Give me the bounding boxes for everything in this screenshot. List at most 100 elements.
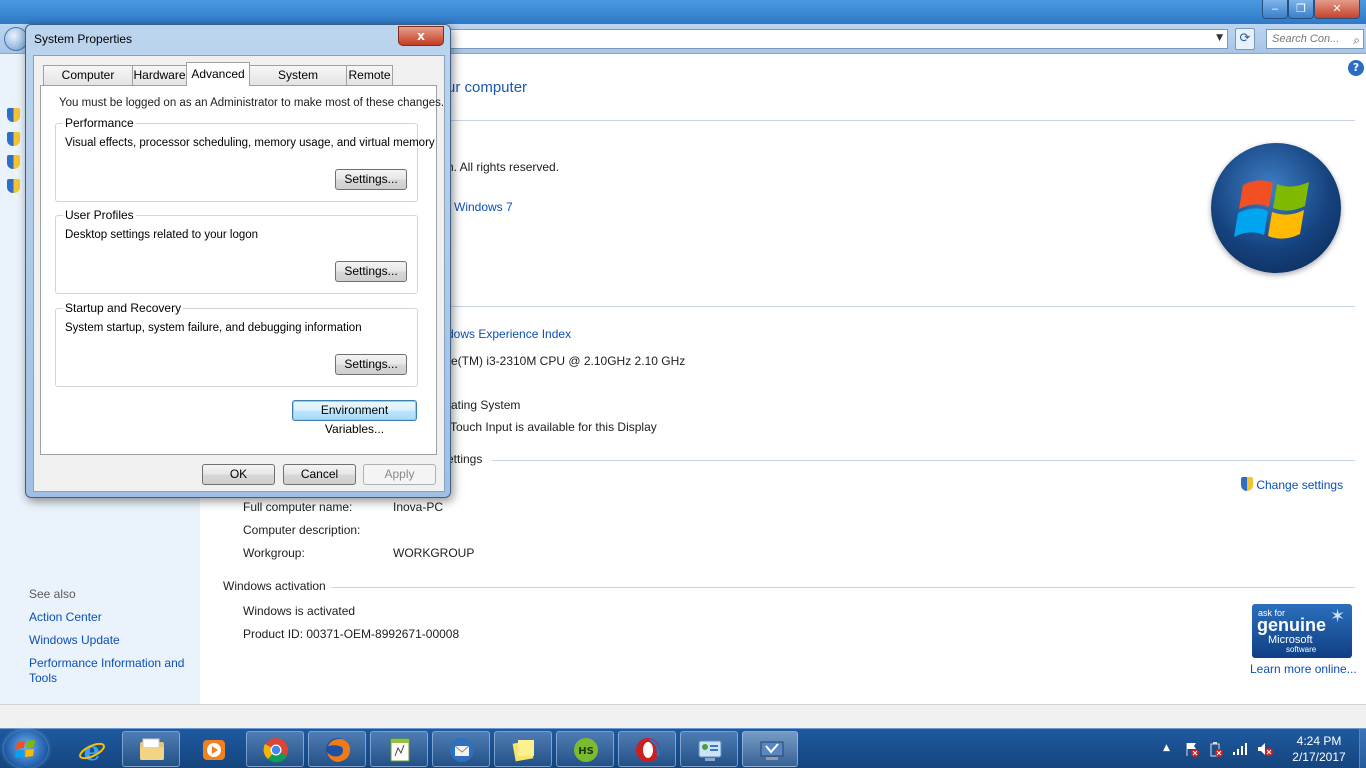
dialog-body: Computer Name Hardware Advanced System P… bbox=[33, 55, 445, 492]
learn-more-link[interactable]: Learn more online... bbox=[1250, 662, 1357, 676]
taskbar-internet-explorer[interactable]: e bbox=[62, 731, 120, 767]
volume-muted-icon[interactable] bbox=[1257, 741, 1273, 756]
shield-icon bbox=[7, 132, 20, 146]
start-button[interactable] bbox=[4, 730, 48, 768]
svg-text:HS: HS bbox=[578, 746, 594, 757]
show-desktop-button[interactable] bbox=[1359, 729, 1366, 768]
thunderbird-icon bbox=[450, 738, 474, 762]
taskbar: e HS ▲ 4:24 PM 2/17/2017 bbox=[0, 728, 1366, 768]
pen-touch-value: Touch Input is available for this Displa… bbox=[450, 420, 657, 434]
star-icon: ✶ bbox=[1330, 606, 1346, 626]
tab-hardware[interactable]: Hardware bbox=[132, 65, 187, 85]
divider bbox=[492, 460, 1355, 461]
firefox-icon bbox=[326, 738, 350, 762]
activation-heading: Windows activation bbox=[223, 579, 326, 593]
experience-index-link[interactable]: dows Experience Index bbox=[447, 327, 571, 341]
internet-explorer-icon: e bbox=[79, 737, 105, 764]
windows-7-link[interactable]: Windows 7 bbox=[454, 200, 513, 214]
ok-button[interactable]: OK bbox=[202, 464, 275, 485]
taskbar-sticky-notes[interactable] bbox=[494, 731, 552, 767]
network-signal-icon[interactable] bbox=[1232, 741, 1248, 755]
startup-settings-button[interactable]: Settings... bbox=[335, 354, 407, 375]
windows-update-link[interactable]: Windows Update bbox=[29, 633, 120, 647]
clock-date: 2/17/2017 bbox=[1292, 750, 1346, 764]
performance-info-link-line2[interactable]: Tools bbox=[29, 671, 57, 685]
product-id: Product ID: 00371-OEM-8992671-00008 bbox=[243, 627, 460, 641]
status-bar bbox=[0, 704, 1366, 728]
action-center-link[interactable]: Action Center bbox=[29, 610, 102, 624]
performance-text: Visual effects, processor scheduling, me… bbox=[65, 137, 435, 149]
startup-recovery-label: Startup and Recovery bbox=[63, 301, 184, 315]
cancel-button[interactable]: Cancel bbox=[283, 464, 356, 485]
advanced-tab-panel: You must be logged on as an Administrato… bbox=[40, 85, 444, 455]
user-profiles-settings-button[interactable]: Settings... bbox=[335, 261, 407, 282]
change-settings-link[interactable]: Change settings bbox=[1241, 477, 1343, 492]
folder-icon bbox=[140, 738, 164, 760]
battery-alert-icon[interactable] bbox=[1208, 741, 1224, 757]
taskbar-opera[interactable] bbox=[618, 731, 676, 767]
dialog-title: System Properties bbox=[34, 32, 133, 46]
taskbar-explorer[interactable] bbox=[122, 731, 180, 767]
windows-logo bbox=[1211, 143, 1341, 273]
apply-button[interactable]: Apply bbox=[363, 464, 436, 485]
genuine-line2: genuine bbox=[1257, 615, 1327, 635]
taskbar-system-properties[interactable] bbox=[742, 731, 798, 767]
user-profiles-text: Desktop settings related to your logon bbox=[65, 229, 259, 241]
shield-icon bbox=[7, 155, 20, 169]
see-also-heading: See also bbox=[29, 587, 76, 601]
environment-variables-button[interactable]: Environment Variables... bbox=[292, 400, 417, 436]
tab-computer-name[interactable]: Computer Name bbox=[43, 65, 133, 100]
close-button[interactable]: ✕ bbox=[1314, 0, 1360, 19]
svg-text:e: e bbox=[84, 737, 101, 764]
chevron-down-icon[interactable]: ▼ bbox=[1216, 33, 1223, 43]
chrome-icon bbox=[263, 738, 288, 763]
minimize-button[interactable]: ‒ bbox=[1262, 0, 1288, 19]
performance-label: Performance bbox=[63, 116, 136, 130]
workgroup-value: WORKGROUP bbox=[393, 546, 475, 560]
computer-settings-heading: ettings bbox=[447, 452, 483, 466]
taskbar-thunderbird[interactable] bbox=[432, 731, 490, 767]
show-hidden-icons[interactable]: ▲ bbox=[1163, 743, 1170, 753]
shield-icon bbox=[7, 108, 20, 122]
tab-remote[interactable]: Remote bbox=[346, 65, 393, 85]
flag-alert-icon[interactable] bbox=[1184, 741, 1200, 757]
clock-time: 4:24 PM bbox=[1296, 734, 1342, 748]
system-type-value: rating System bbox=[447, 398, 521, 412]
taskbar-firefox[interactable] bbox=[308, 731, 366, 767]
genuine-microsoft-badge[interactable]: ask for genuine Microsoft software ✶ bbox=[1252, 604, 1352, 658]
page-title: ur computer bbox=[447, 79, 528, 96]
search-icon: ⌕ bbox=[1353, 33, 1360, 47]
performance-info-link[interactable]: Performance Information and bbox=[29, 656, 184, 670]
change-settings-label: Change settings bbox=[1256, 478, 1344, 492]
refresh-button[interactable]: ⟳ bbox=[1235, 28, 1255, 50]
tab-system-protection[interactable]: System Protection bbox=[249, 65, 347, 100]
copyright-text: n. All rights reserved. bbox=[447, 160, 560, 174]
maximize-button[interactable]: ❐ bbox=[1288, 0, 1314, 19]
search-input[interactable]: Search Con... ⌕ bbox=[1266, 29, 1364, 49]
full-name-label: Full computer name: bbox=[243, 500, 353, 514]
editor-icon bbox=[390, 738, 410, 762]
admin-note: You must be logged on as an Administrato… bbox=[59, 97, 445, 109]
taskbar-control-panel[interactable] bbox=[680, 731, 738, 767]
sticky-notes-icon bbox=[512, 740, 534, 762]
taskbar-hotspot-shield[interactable]: HS bbox=[556, 731, 614, 767]
taskbar-media-player[interactable] bbox=[184, 731, 242, 767]
performance-settings-button[interactable]: Settings... bbox=[335, 169, 407, 190]
taskbar-chrome[interactable] bbox=[246, 731, 304, 767]
divider bbox=[447, 120, 1355, 121]
system-clock[interactable]: 4:24 PM 2/17/2017 bbox=[1282, 733, 1356, 765]
hotspot-shield-icon: HS bbox=[574, 738, 598, 762]
tab-advanced[interactable]: Advanced bbox=[186, 62, 250, 86]
shield-icon bbox=[1241, 477, 1253, 491]
activation-status: Windows is activated bbox=[243, 604, 356, 618]
divider bbox=[447, 306, 1355, 307]
user-profiles-label: User Profiles bbox=[63, 208, 136, 222]
dialog-close-button[interactable]: x bbox=[398, 26, 444, 46]
opera-icon bbox=[636, 738, 660, 762]
windows-orb-icon bbox=[15, 740, 35, 758]
control-panel-icon bbox=[698, 740, 722, 761]
performance-group: Performance Visual effects, processor sc… bbox=[55, 116, 435, 202]
taskbar-editor[interactable] bbox=[370, 731, 428, 767]
close-icon: x bbox=[417, 29, 425, 43]
help-icon[interactable]: ? bbox=[1348, 60, 1364, 76]
